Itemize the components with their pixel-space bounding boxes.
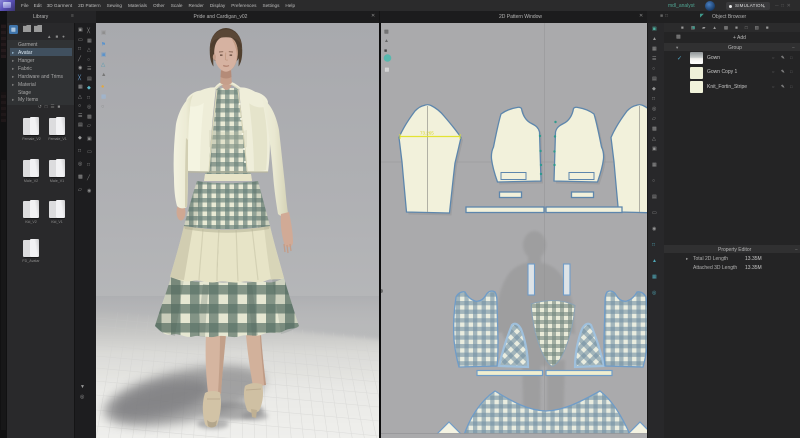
svg-text:●: ● <box>101 84 104 90</box>
svg-text:▩: ▩ <box>384 29 389 35</box>
svg-text:▩: ▩ <box>385 67 390 73</box>
svg-text:■: ■ <box>384 48 387 54</box>
svg-text:▣: ▣ <box>101 52 107 58</box>
svg-text:▩: ▩ <box>101 94 107 100</box>
svg-text:▣: ▣ <box>101 30 107 36</box>
svg-text:○: ○ <box>101 104 104 110</box>
svg-text:▲: ▲ <box>101 72 106 78</box>
svg-text:▲: ▲ <box>384 38 389 44</box>
svg-text:73.265: 73.265 <box>420 131 434 136</box>
svg-text:△: △ <box>101 62 106 68</box>
svg-text:⚑: ⚑ <box>101 41 106 48</box>
